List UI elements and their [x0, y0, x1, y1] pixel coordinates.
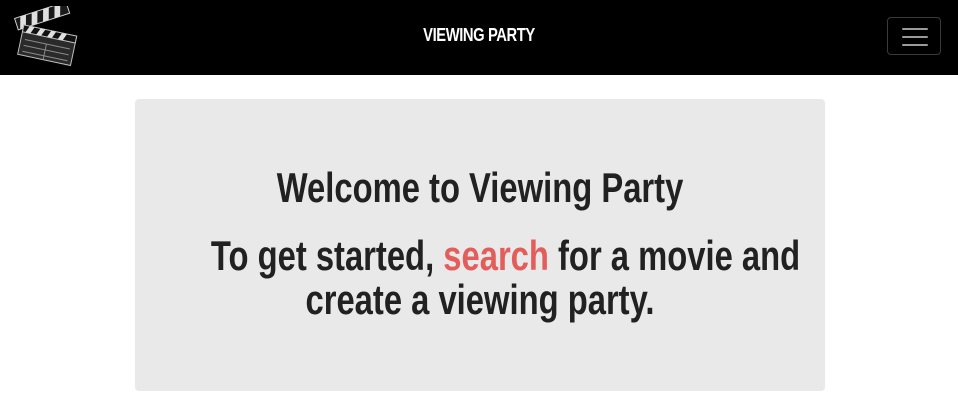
- lead-text-end: create a viewing party.: [305, 276, 655, 323]
- clapperboard-icon[interactable]: [13, 1, 78, 68]
- navbar-toggle-button[interactable]: [887, 17, 941, 55]
- hamburger-menu-icon: [902, 28, 928, 30]
- getting-started-text: To get started, search for a movie and c…: [210, 232, 800, 323]
- welcome-panel: Welcome to Viewing Party To get started,…: [135, 99, 825, 391]
- lead-text-start: To get started,: [210, 232, 444, 279]
- search-link[interactable]: search: [443, 232, 549, 279]
- hamburger-menu-icon: [902, 44, 928, 46]
- top-navbar: VIEWING PARTY: [0, 0, 958, 75]
- lead-text-middle: for a movie and: [548, 232, 801, 279]
- navbar-brand[interactable]: VIEWING PARTY: [86, 25, 872, 46]
- welcome-heading: Welcome to Viewing Party: [276, 164, 684, 211]
- hamburger-menu-icon: [902, 36, 928, 38]
